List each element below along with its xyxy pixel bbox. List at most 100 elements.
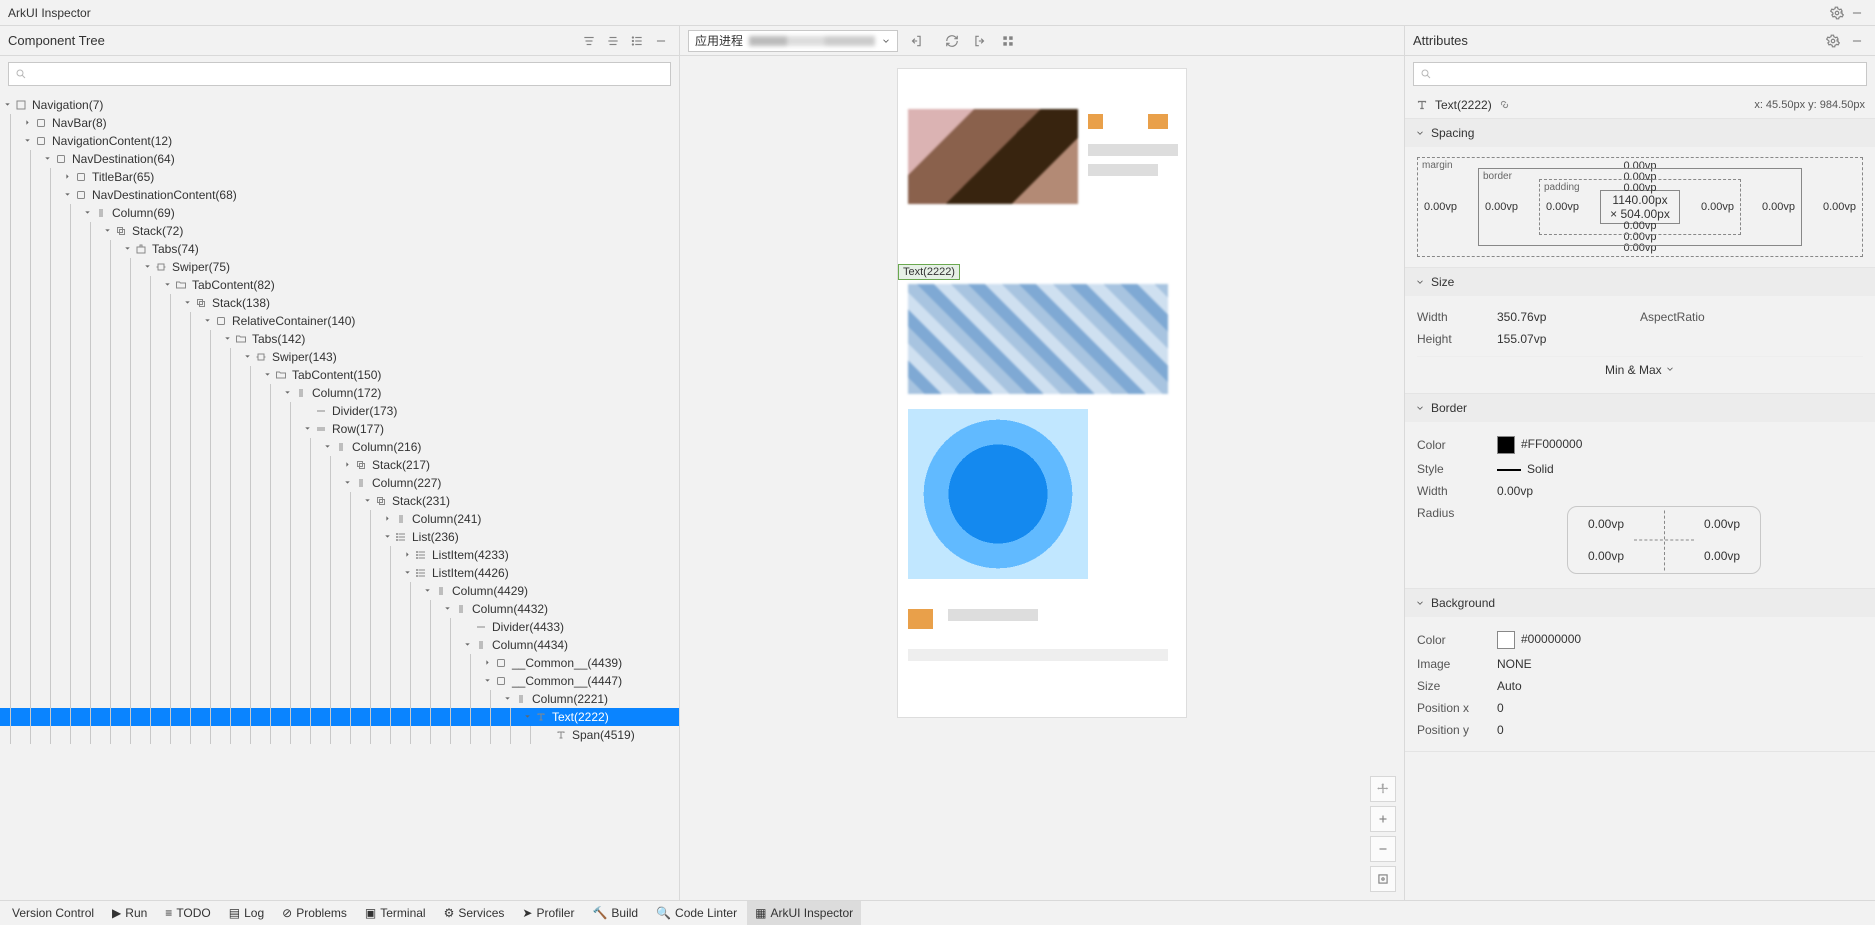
tree-node[interactable]: NavDestination(64): [0, 150, 679, 168]
tree-node[interactable]: Column(227): [0, 474, 679, 492]
bottom-tab-problems[interactable]: ⊘Problems: [274, 901, 355, 925]
zoom-fit-icon[interactable]: [1370, 866, 1396, 892]
attr-search-input[interactable]: [1438, 64, 1860, 84]
settings-icon[interactable]: [1827, 3, 1847, 23]
tree-node[interactable]: NavDestinationContent(68): [0, 186, 679, 204]
tree-node[interactable]: Swiper(143): [0, 348, 679, 366]
tree-node[interactable]: NavBar(8): [0, 114, 679, 132]
bottom-tab-profiler[interactable]: ➤Profiler: [514, 901, 582, 925]
tree-twisty[interactable]: [400, 548, 414, 562]
tree-node[interactable]: TabContent(82): [0, 276, 679, 294]
tree-twisty[interactable]: [280, 386, 294, 400]
bottom-tab-arkui-inspector[interactable]: ▦ArkUI Inspector: [747, 901, 861, 925]
tree-node[interactable]: Divider(173): [0, 402, 679, 420]
component-tree[interactable]: Navigation(7)NavBar(8)NavigationContent(…: [0, 92, 679, 748]
tree-node[interactable]: Navigation(7): [0, 96, 679, 114]
tree-node[interactable]: ListItem(4426): [0, 564, 679, 582]
tree-twisty[interactable]: [40, 152, 54, 166]
tree-node[interactable]: __Common__(4439): [0, 654, 679, 672]
link-icon[interactable]: [1498, 99, 1510, 111]
tree-node[interactable]: Column(4429): [0, 582, 679, 600]
tree-node[interactable]: Stack(217): [0, 456, 679, 474]
tree-twisty[interactable]: [120, 242, 134, 256]
tree-node[interactable]: Row(177): [0, 420, 679, 438]
bottom-tab-log[interactable]: ▤Log: [221, 901, 272, 925]
tree-node[interactable]: Column(4432): [0, 600, 679, 618]
tree-node[interactable]: Span(4519): [0, 726, 679, 744]
tree-node[interactable]: Column(4434): [0, 636, 679, 654]
section-border-header[interactable]: Border: [1405, 394, 1875, 422]
tree-search-input[interactable]: [33, 64, 664, 84]
tree-twisty[interactable]: [0, 98, 14, 112]
section-spacing-header[interactable]: Spacing: [1405, 119, 1875, 147]
tree-twisty[interactable]: [380, 512, 394, 526]
tree-node[interactable]: Text(2222): [0, 708, 679, 726]
attr-search[interactable]: [1413, 62, 1867, 86]
tree-twisty[interactable]: [440, 602, 454, 616]
bottom-tab-terminal[interactable]: ▣Terminal: [357, 901, 434, 925]
bottom-tab-todo[interactable]: ≡TODO: [157, 901, 218, 925]
tree-twisty[interactable]: [420, 584, 434, 598]
bottom-tab-run[interactable]: ▶Run: [104, 901, 155, 925]
zoom-in-icon[interactable]: [1370, 806, 1396, 832]
tree-twisty[interactable]: [220, 332, 234, 346]
tree-node[interactable]: Divider(4433): [0, 618, 679, 636]
export-icon[interactable]: [970, 31, 990, 51]
bottom-tab-version-control[interactable]: Version Control: [4, 901, 102, 925]
tree-minimize-icon[interactable]: [651, 31, 671, 51]
tree-node[interactable]: Column(216): [0, 438, 679, 456]
tree-twisty[interactable]: [80, 206, 94, 220]
section-size-header[interactable]: Size: [1405, 268, 1875, 296]
tree-node[interactable]: Tabs(74): [0, 240, 679, 258]
tree-twisty[interactable]: [140, 260, 154, 274]
tree-node[interactable]: Stack(72): [0, 222, 679, 240]
attr-settings-icon[interactable]: [1823, 31, 1843, 51]
bottom-tab-code-linter[interactable]: 🔍Code Linter: [648, 901, 745, 925]
attr-minimize-icon[interactable]: [1847, 31, 1867, 51]
tree-twisty[interactable]: [500, 692, 514, 706]
tree-node[interactable]: TitleBar(65): [0, 168, 679, 186]
tree-align-icon[interactable]: [603, 31, 623, 51]
tree-twisty[interactable]: [60, 188, 74, 202]
bg-color-swatch[interactable]: [1497, 631, 1515, 649]
tree-twisty[interactable]: [320, 440, 334, 454]
tree-node[interactable]: Column(69): [0, 204, 679, 222]
process-select[interactable]: 应用进程: [688, 30, 898, 52]
tree-twisty[interactable]: [100, 224, 114, 238]
refresh-icon[interactable]: [942, 31, 962, 51]
tree-twisty[interactable]: [520, 710, 534, 724]
border-color-swatch[interactable]: [1497, 436, 1515, 454]
tree-twisty[interactable]: [200, 314, 214, 328]
tree-node[interactable]: Tabs(142): [0, 330, 679, 348]
tree-node[interactable]: Stack(138): [0, 294, 679, 312]
bottom-tab-build[interactable]: 🔨Build: [584, 901, 646, 925]
minimize-icon[interactable]: [1847, 3, 1867, 23]
tree-twisty[interactable]: [380, 530, 394, 544]
bottom-tab-services[interactable]: ⚙Services: [436, 901, 513, 925]
tree-node[interactable]: Column(2221): [0, 690, 679, 708]
pan-icon[interactable]: [1370, 776, 1396, 802]
tree-node[interactable]: TabContent(150): [0, 366, 679, 384]
tree-twisty[interactable]: [240, 350, 254, 364]
tree-node[interactable]: Column(241): [0, 510, 679, 528]
device-preview[interactable]: Text(2222): [897, 68, 1187, 718]
tree-node[interactable]: RelativeContainer(140): [0, 312, 679, 330]
tree-twisty[interactable]: [340, 476, 354, 490]
tree-node[interactable]: NavigationContent(12): [0, 132, 679, 150]
grid-icon[interactable]: [998, 31, 1018, 51]
tree-twisty[interactable]: [480, 656, 494, 670]
tree-node[interactable]: Swiper(75): [0, 258, 679, 276]
tree-twisty[interactable]: [340, 458, 354, 472]
minmax-toggle[interactable]: Min & Max: [1417, 356, 1863, 383]
tree-twisty[interactable]: [460, 638, 474, 652]
tree-list-icon[interactable]: [627, 31, 647, 51]
tree-node[interactable]: __Common__(4447): [0, 672, 679, 690]
tree-twisty[interactable]: [480, 674, 494, 688]
exit-icon[interactable]: [906, 31, 926, 51]
tree-node[interactable]: Stack(231): [0, 492, 679, 510]
tree-twisty[interactable]: [60, 170, 74, 184]
section-background-header[interactable]: Background: [1405, 589, 1875, 617]
tree-twisty[interactable]: [180, 296, 194, 310]
tree-twisty[interactable]: [20, 134, 34, 148]
tree-node[interactable]: ListItem(4233): [0, 546, 679, 564]
